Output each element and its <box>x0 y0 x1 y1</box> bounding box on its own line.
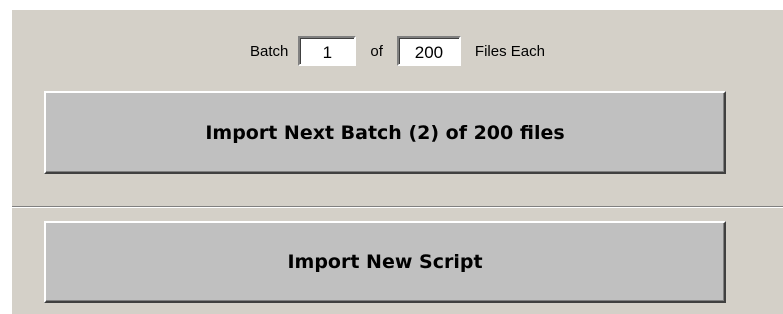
of-label: of <box>370 42 383 60</box>
batch-number-input[interactable] <box>298 36 357 66</box>
import-panel: Batch of Files Each Import Next Batch (2… <box>12 10 783 314</box>
import-next-batch-button[interactable]: Import Next Batch (2) of 200 files <box>44 91 726 174</box>
import-new-script-button[interactable]: Import New Script <box>44 221 726 303</box>
files-each-label: Files Each <box>474 42 545 60</box>
divider <box>12 206 783 208</box>
files-per-batch-input[interactable] <box>396 36 461 66</box>
batch-settings-row: Batch of Files Each <box>12 36 783 66</box>
batch-label: Batch <box>250 42 289 60</box>
